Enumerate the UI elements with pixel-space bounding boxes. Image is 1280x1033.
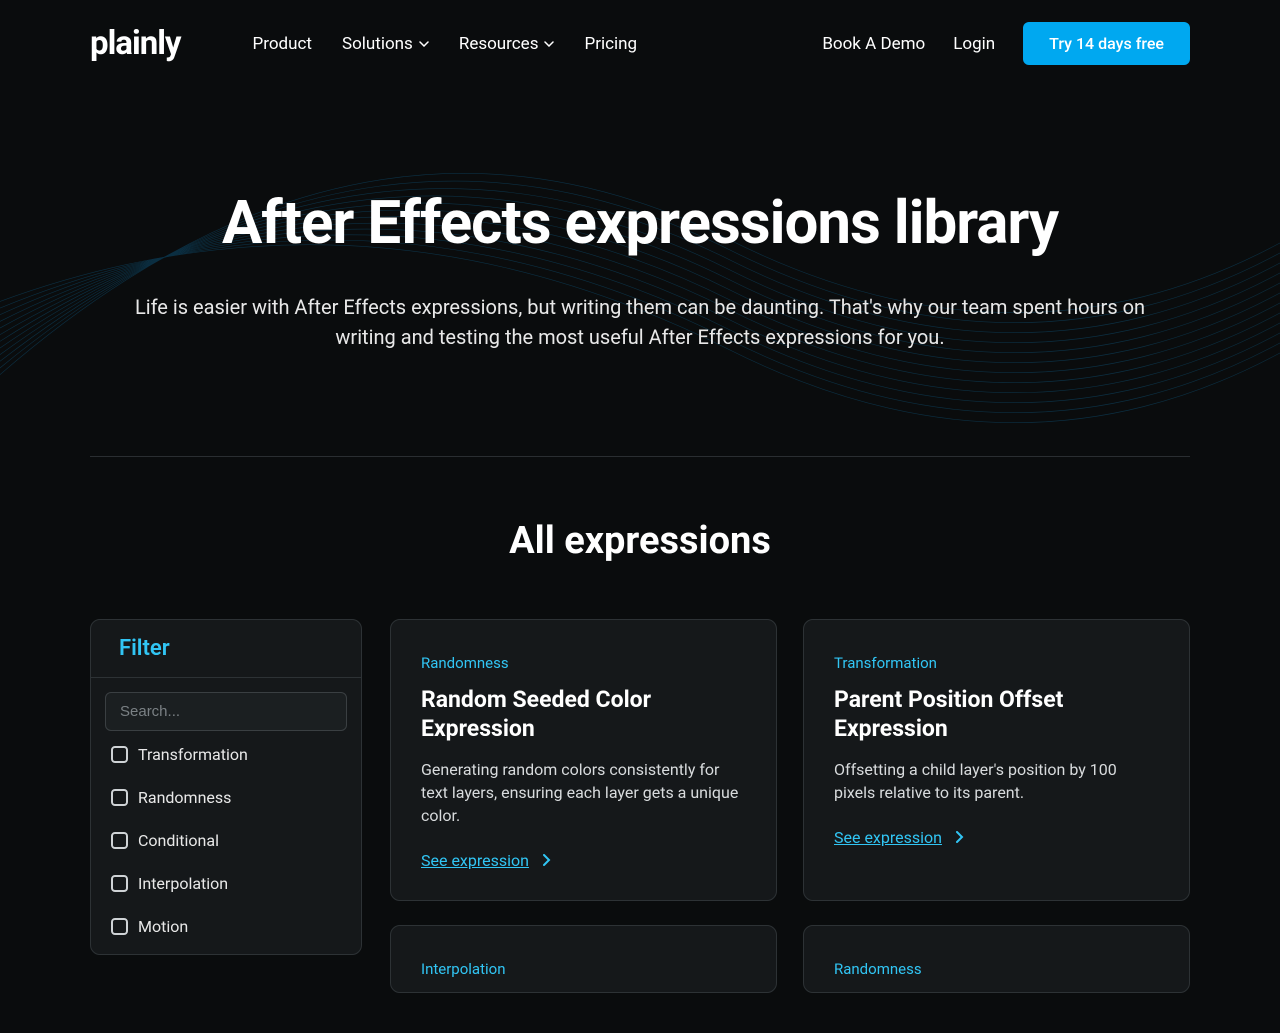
chevron-down-icon: [544, 39, 554, 49]
divider: [90, 456, 1190, 457]
trial-button[interactable]: Try 14 days free: [1023, 22, 1190, 65]
nav-label: Pricing: [584, 34, 637, 54]
filter-panel: Filter Transformation Randomness Condi: [90, 619, 362, 955]
chevron-right-icon: [956, 828, 964, 847]
see-expression-link[interactable]: See expression: [834, 828, 964, 847]
card-title: Random Seeded Color Expression: [421, 686, 746, 744]
header: plainly Product Solutions Resources: [90, 0, 1190, 87]
filter-option-label: Conditional: [138, 831, 219, 850]
checkbox-icon: [111, 918, 128, 935]
nav-resources[interactable]: Resources: [459, 34, 555, 54]
filter-option-interpolation[interactable]: Interpolation: [111, 874, 341, 893]
filter-option-conditional[interactable]: Conditional: [111, 831, 341, 850]
card-tag: Interpolation: [421, 960, 746, 978]
page-title: After Effects expressions library: [90, 187, 1190, 258]
card-description: Generating random colors consistently fo…: [421, 758, 746, 828]
chevron-down-icon: [419, 39, 429, 49]
filter-option-transformation[interactable]: Transformation: [111, 745, 341, 764]
nav-label: Solutions: [342, 34, 413, 54]
page-subtitle: Life is easier with After Effects expres…: [125, 292, 1155, 352]
filter-option-label: Motion: [138, 917, 188, 936]
hero: After Effects expressions library Life i…: [90, 87, 1190, 412]
filter-option-randomness[interactable]: Randomness: [111, 788, 341, 807]
filter-title: Filter: [119, 636, 333, 661]
nav-label: Resources: [459, 34, 539, 54]
filter-option-label: Interpolation: [138, 874, 228, 893]
nav-solutions[interactable]: Solutions: [342, 34, 429, 54]
card-description: Offsetting a child layer's position by 1…: [834, 758, 1159, 804]
filter-option-label: Transformation: [138, 745, 248, 764]
checkbox-icon: [111, 789, 128, 806]
expression-card: Transformation Parent Position Offset Ex…: [803, 619, 1190, 901]
logo[interactable]: plainly: [90, 24, 181, 63]
card-link-label: See expression: [834, 828, 942, 847]
expression-card: Interpolation: [390, 925, 777, 993]
main-nav: Product Solutions Resources: [253, 34, 638, 54]
filter-option-motion[interactable]: Motion: [111, 917, 341, 936]
expression-card: Randomness: [803, 925, 1190, 993]
checkbox-icon: [111, 746, 128, 763]
book-demo-link[interactable]: Book A Demo: [822, 34, 925, 54]
card-tag: Transformation: [834, 654, 1159, 672]
checkbox-icon: [111, 832, 128, 849]
see-expression-link[interactable]: See expression: [421, 851, 551, 870]
chevron-right-icon: [543, 851, 551, 870]
nav-product[interactable]: Product: [253, 34, 312, 54]
checkbox-icon: [111, 875, 128, 892]
card-title: Parent Position Offset Expression: [834, 686, 1159, 744]
card-link-label: See expression: [421, 851, 529, 870]
login-link[interactable]: Login: [953, 34, 995, 54]
filter-option-label: Randomness: [138, 788, 231, 807]
nav-label: Product: [253, 34, 312, 54]
expression-card: Randomness Random Seeded Color Expressio…: [390, 619, 777, 901]
nav-pricing[interactable]: Pricing: [584, 34, 637, 54]
search-input[interactable]: [105, 692, 347, 731]
card-tag: Randomness: [834, 960, 1159, 978]
card-tag: Randomness: [421, 654, 746, 672]
section-title: All expressions: [90, 519, 1190, 563]
